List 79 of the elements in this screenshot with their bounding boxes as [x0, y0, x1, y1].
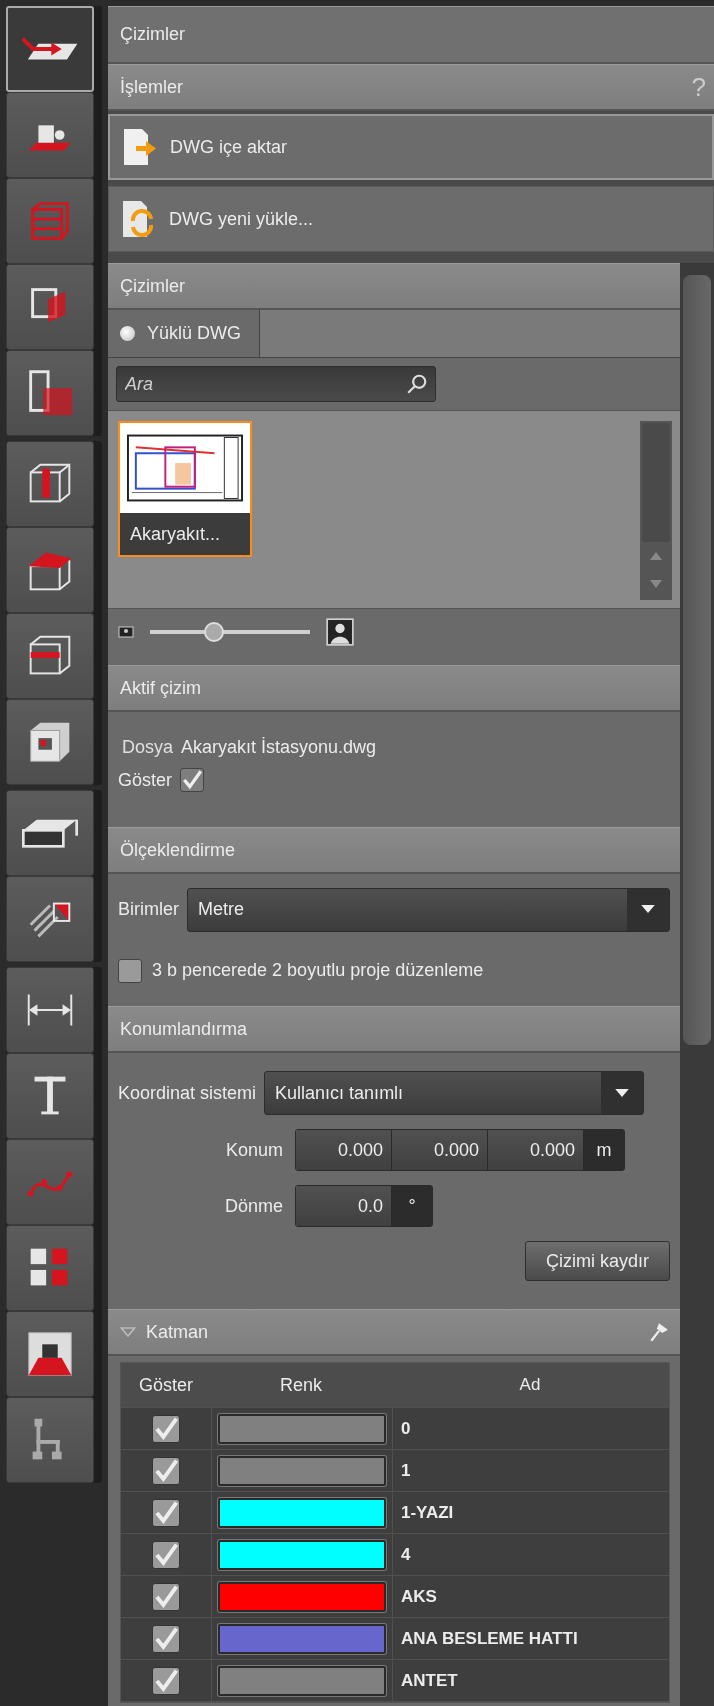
tool-button[interactable]: [6, 613, 94, 699]
small-image-icon: [118, 624, 134, 640]
drawing-name: Akaryakıt...: [120, 513, 250, 555]
beam-icon: [20, 817, 80, 849]
section-title: Konumlandırma: [108, 1006, 680, 1053]
color-swatch[interactable]: [218, 1539, 386, 1570]
checkbox[interactable]: [152, 1540, 180, 1569]
color-swatch[interactable]: [218, 1665, 386, 1696]
tool-button[interactable]: [6, 1053, 94, 1139]
table-cell-text: 1-YAZI: [400, 1502, 455, 1523]
color-swatch[interactable]: [218, 1413, 386, 1444]
color-swatch[interactable]: [218, 1623, 386, 1654]
field-label: Konum: [224, 1139, 283, 1161]
checkbox[interactable]: [152, 1666, 180, 1695]
checkbox-label: 3 b pencerede 2 boyutlu proje düzenleme: [152, 960, 484, 981]
tool-button[interactable]: [6, 1397, 94, 1483]
action-button[interactable]: DWG yeni yükle...: [108, 186, 714, 252]
section-title: İşlemler: [120, 76, 183, 98]
move-drawing-button[interactable]: Çizimi kaydır: [525, 1241, 670, 1281]
checkbox[interactable]: [152, 1582, 180, 1611]
action-button[interactable]: DWG içe aktar: [108, 114, 714, 180]
section-title: Katman: [146, 1321, 209, 1343]
checkbox[interactable]: [118, 958, 142, 983]
tool-button[interactable]: [6, 790, 94, 876]
checkbox[interactable]: [152, 1498, 180, 1527]
color-swatch[interactable]: [218, 1581, 386, 1612]
tool-button[interactable]: [6, 699, 94, 785]
caret-icon: [615, 1088, 630, 1098]
file-name: Akaryakıt İstasyonu.dwg: [181, 737, 377, 758]
table-cell-text: 0: [400, 1418, 412, 1439]
tool-button[interactable]: [6, 6, 94, 92]
field-label: Dönme: [223, 1195, 283, 1217]
color-swatch[interactable]: [218, 1455, 386, 1486]
checkbox[interactable]: [180, 768, 205, 792]
tool-button[interactable]: [6, 527, 94, 613]
field-label: Göster: [118, 769, 173, 791]
slider-thumb[interactable]: [204, 622, 224, 642]
checkbox[interactable]: [152, 1414, 180, 1443]
tool-button[interactable]: [6, 1225, 94, 1311]
number-field[interactable]: 0.000: [488, 1130, 584, 1170]
tool-button[interactable]: [6, 1311, 94, 1397]
table-cell-text: 4: [400, 1544, 412, 1565]
column-header: Renk: [279, 1373, 323, 1397]
column-header: Ad: [518, 1375, 542, 1395]
tool-button[interactable]: [6, 441, 94, 527]
tool-button[interactable]: [6, 264, 94, 350]
column-header: Göster: [138, 1374, 194, 1396]
checkbox[interactable]: [152, 1456, 180, 1485]
section-title: Çizimler: [108, 263, 680, 310]
table-cell-text: ANA BESLEME HATTI: [400, 1628, 579, 1649]
unit-label: m: [584, 1130, 624, 1170]
tool-button[interactable]: [6, 92, 94, 178]
number-field[interactable]: 0.000: [296, 1130, 392, 1170]
section-title: Ölçeklendirme: [108, 827, 680, 874]
pin-icon[interactable]: [648, 1321, 670, 1343]
drawing-tile[interactable]: Akaryakıt...: [118, 421, 252, 557]
field-label: Birimler: [118, 899, 179, 920]
color-swatch[interactable]: [218, 1497, 386, 1528]
scrollbar[interactable]: [680, 263, 714, 1706]
unit-label: °: [392, 1186, 432, 1226]
table-cell-text: 1: [400, 1460, 412, 1481]
section-title: Aktif çizim: [108, 665, 680, 712]
tool-button[interactable]: [6, 350, 94, 436]
table-cell-text: AKS: [400, 1586, 438, 1607]
table-cell-text: ANTET: [400, 1670, 459, 1691]
large-image-icon: [326, 618, 354, 646]
caret-icon: [641, 905, 655, 914]
tool-button[interactable]: [6, 876, 94, 962]
number-field[interactable]: 0.0: [296, 1186, 392, 1226]
tab[interactable]: Yüklü DWG: [108, 310, 261, 357]
checkbox[interactable]: [152, 1624, 180, 1653]
number-field[interactable]: 0.000: [392, 1130, 488, 1170]
field-label: Koordinat sistemi: [118, 1082, 257, 1104]
coordinate-dropdown[interactable]: Kullanıcı tanımlı: [264, 1071, 645, 1115]
tool-button[interactable]: [6, 967, 94, 1053]
units-dropdown[interactable]: Metre: [187, 887, 670, 932]
panel-title: Çizimler: [108, 6, 714, 64]
field-label: Dosya: [121, 737, 174, 758]
search-icon: [406, 373, 428, 395]
